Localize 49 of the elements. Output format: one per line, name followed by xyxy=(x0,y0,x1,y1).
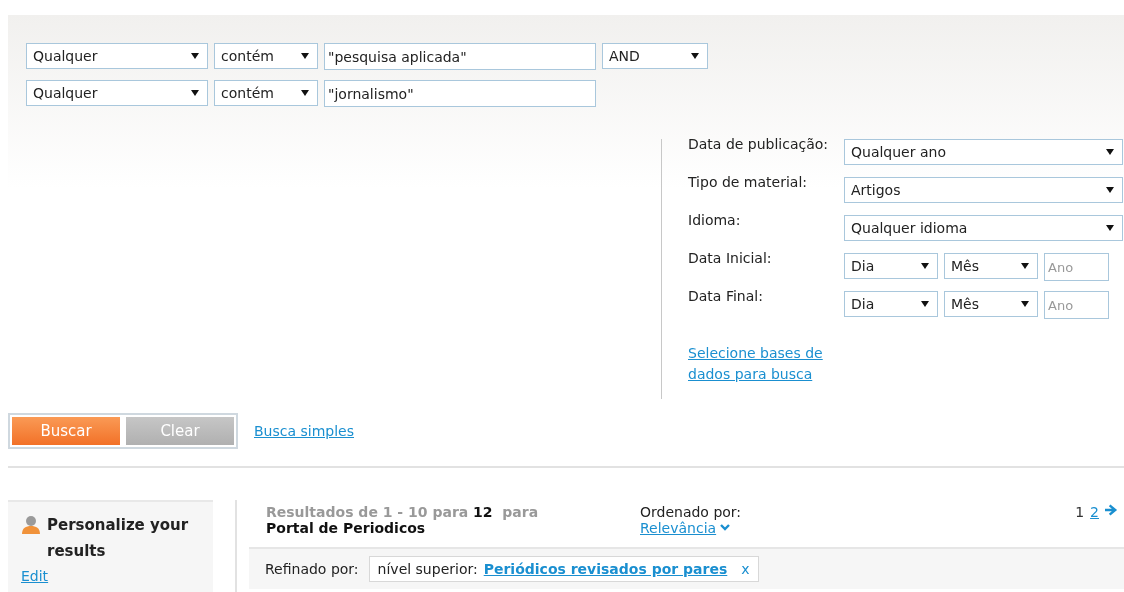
page-link[interactable]: 2 xyxy=(1090,504,1099,520)
facet-label: nível superior: xyxy=(377,561,478,577)
search-term-field[interactable]: "jornalismo" xyxy=(324,80,596,107)
caret-icon xyxy=(191,52,199,60)
personalize-title: Personalize your results xyxy=(47,515,190,562)
caret-icon xyxy=(1106,186,1114,194)
select-databases-link[interactable]: Selecione bases de dados para busca xyxy=(688,343,848,385)
filter-dropdown[interactable]: Qualquer ano xyxy=(844,139,1123,165)
day-dropdown[interactable]: Dia xyxy=(844,291,938,317)
results-summary: Resultados de 1 - 10 para 12 para xyxy=(266,504,540,520)
year-field[interactable]: Ano xyxy=(1044,291,1109,319)
boolean-dropdown[interactable]: AND xyxy=(602,43,708,69)
operator-dropdown[interactable]: contém xyxy=(214,80,318,106)
caret-icon xyxy=(1021,262,1029,270)
day-dropdown[interactable]: Dia xyxy=(844,253,938,279)
month-dropdown[interactable]: Mês xyxy=(944,291,1038,317)
results-source: Portal de Periodicos xyxy=(266,520,427,536)
facet-link[interactable]: Periódicos revisados por pares xyxy=(483,561,728,577)
filter-label: Idioma: xyxy=(688,212,742,228)
filter-label: Tipo de material: xyxy=(688,174,808,190)
caret-icon xyxy=(191,89,199,97)
filter-dropdown[interactable]: Artigos xyxy=(844,177,1123,203)
person-icon xyxy=(21,515,41,535)
filter-label: Data Inicial: xyxy=(688,250,773,266)
page-link[interactable]: 1 xyxy=(1075,504,1085,520)
chevron-down-icon xyxy=(720,524,731,532)
simple-search-link[interactable]: Busca simples xyxy=(254,423,354,439)
search-term-field[interactable]: "pesquisa aplicada" xyxy=(324,43,596,70)
field-dropdown[interactable]: Qualquer xyxy=(26,43,208,69)
sort-label: Ordenado por: xyxy=(640,504,742,520)
caret-icon xyxy=(691,52,699,60)
sort-dropdown[interactable]: Relevância xyxy=(640,520,717,536)
next-arrow-icon[interactable] xyxy=(1105,504,1118,516)
remove-filter-button[interactable]: x xyxy=(741,561,750,577)
month-dropdown[interactable]: Mês xyxy=(944,253,1038,279)
caret-icon xyxy=(301,89,309,97)
operator-dropdown[interactable]: contém xyxy=(214,43,318,69)
caret-icon xyxy=(1021,300,1029,308)
year-field[interactable]: Ano xyxy=(1044,253,1109,281)
filter-label: Data Final: xyxy=(688,288,764,304)
caret-icon xyxy=(1106,148,1114,156)
caret-icon xyxy=(301,52,309,60)
field-dropdown[interactable]: Qualquer xyxy=(26,80,208,106)
caret-icon xyxy=(921,300,929,308)
caret-icon xyxy=(1106,224,1114,232)
filter-dropdown[interactable]: Qualquer idioma xyxy=(844,215,1123,241)
filter-label: Data de publicação: xyxy=(688,136,830,152)
refined-label: Refinado por: xyxy=(265,561,359,577)
caret-icon xyxy=(921,262,929,270)
